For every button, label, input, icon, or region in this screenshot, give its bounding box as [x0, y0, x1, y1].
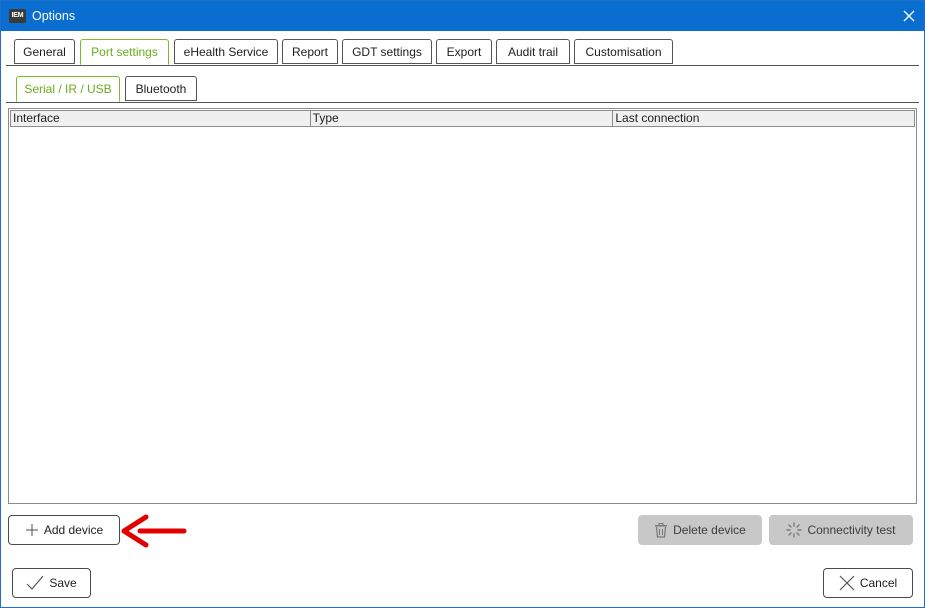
close-icon[interactable] [900, 7, 918, 25]
column-header-last-connection[interactable]: Last connection [613, 110, 916, 127]
delete-device-label: Delete device [673, 523, 746, 537]
subtab-divider [6, 102, 919, 103]
options-window: IEM Options General Port settings eHealt… [0, 0, 925, 608]
column-header-type[interactable]: Type [310, 110, 614, 127]
x-icon [839, 575, 855, 591]
connectivity-test-label: Connectivity test [807, 523, 896, 537]
save-label: Save [49, 576, 77, 590]
tab-report[interactable]: Report [282, 39, 338, 64]
add-device-label: Add device [43, 523, 104, 537]
red-arrow-icon [121, 514, 187, 548]
tab-divider [6, 65, 919, 66]
connectivity-test-button[interactable]: Connectivity test [769, 515, 913, 545]
checkmark-icon [26, 575, 44, 590]
window-title: Options [32, 9, 76, 23]
column-header-interface[interactable]: Interface [10, 110, 311, 127]
tab-port-settings[interactable]: Port settings [80, 39, 169, 65]
device-table[interactable]: Interface Type Last connection [8, 108, 917, 504]
tab-customisation[interactable]: Customisation [574, 39, 673, 64]
delete-device-button[interactable]: Delete device [638, 515, 762, 545]
add-device-button[interactable]: Add device [8, 515, 120, 545]
plus-icon [25, 524, 38, 536]
subtab-serial-ir-usb[interactable]: Serial / IR / USB [16, 76, 120, 102]
tab-gdt-settings[interactable]: GDT settings [342, 39, 432, 64]
subtab-bluetooth[interactable]: Bluetooth [125, 76, 197, 101]
tab-general[interactable]: General [14, 39, 75, 64]
tab-export[interactable]: Export [436, 39, 492, 64]
title-bar[interactable]: IEM Options [1, 1, 924, 31]
tab-audit-trail[interactable]: Audit trail [496, 39, 570, 64]
table-header: Interface Type Last connection [10, 110, 916, 127]
tab-ehealth-service[interactable]: eHealth Service [174, 39, 278, 64]
loading-spinner-icon [786, 522, 803, 538]
trash-icon [655, 522, 668, 538]
save-button[interactable]: Save [12, 568, 91, 598]
cancel-label: Cancel [859, 576, 898, 590]
cancel-button[interactable]: Cancel [823, 568, 913, 598]
app-logo-icon: IEM [9, 9, 26, 23]
